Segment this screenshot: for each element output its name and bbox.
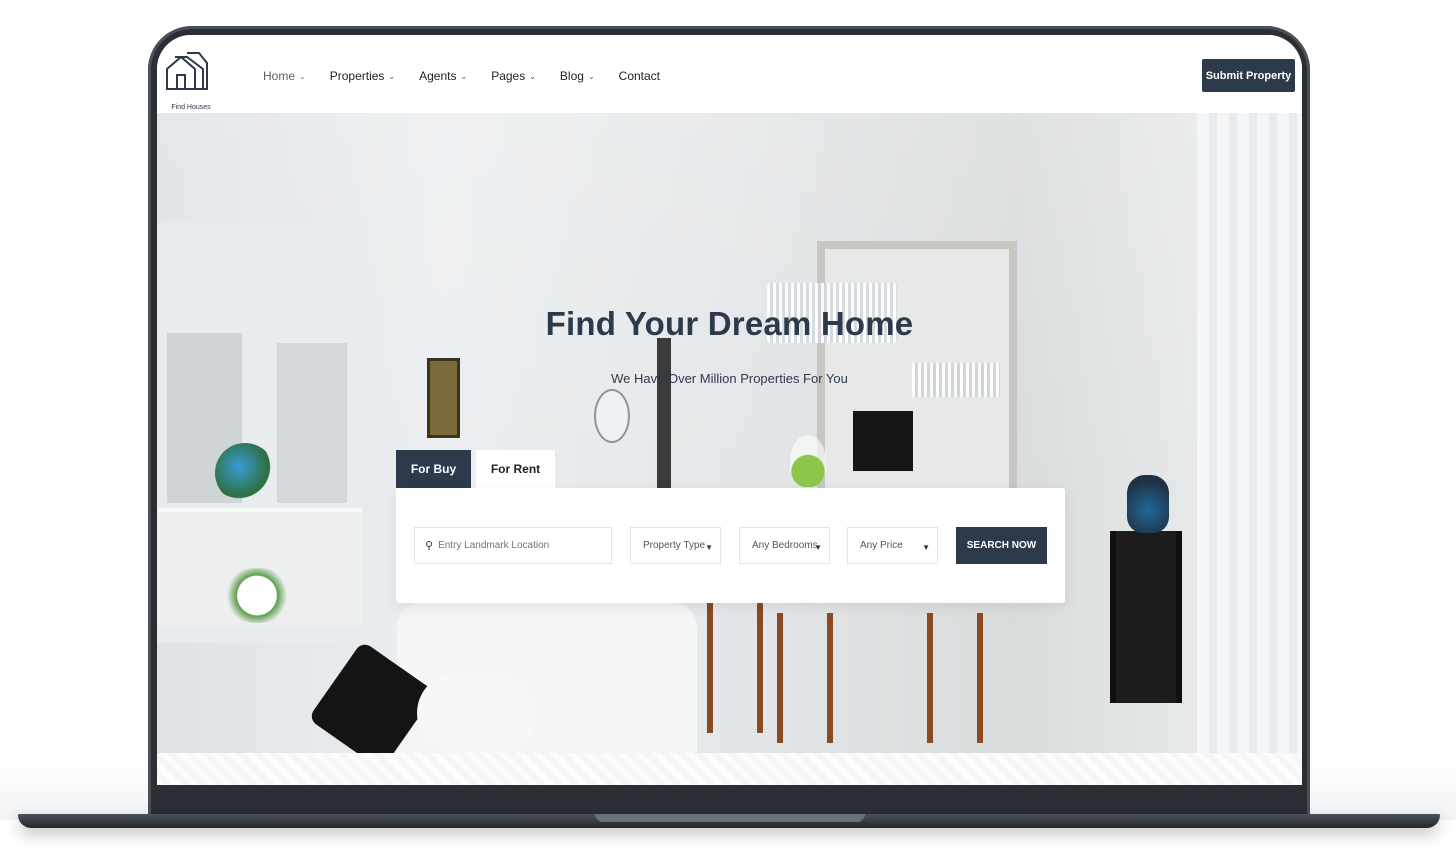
hero-image-doorway	[657, 338, 671, 488]
hero-image-chair	[707, 603, 763, 733]
search-now-button[interactable]: SEARCH NOW	[956, 527, 1047, 564]
hero-image-door	[277, 343, 347, 503]
tab-for-rent[interactable]: For Rent	[476, 450, 555, 488]
hero-image-chair	[927, 613, 983, 743]
bedrooms-select[interactable]: Any Bedrooms ▼	[739, 527, 830, 564]
chevron-down-icon: ⌄	[388, 71, 396, 81]
bedrooms-value: Any Bedrooms	[752, 540, 818, 551]
hero-image-fruit-bowl	[790, 435, 826, 487]
property-type-select[interactable]: Property Type ▼	[630, 527, 721, 564]
hero-section: Find Your Dream Home We Have Over Millio…	[157, 113, 1302, 753]
caret-down-icon: ▼	[922, 543, 930, 552]
hero-image-lilies	[217, 568, 297, 623]
nav-item-label: Properties	[329, 69, 385, 83]
hero-image-painting	[427, 358, 460, 438]
top-navbar: Find Houses Home ⌄ Properties ⌄ Agents ⌄…	[157, 35, 1302, 113]
submit-property-button[interactable]: Submit Property	[1202, 59, 1295, 92]
nav-item-label: Home	[263, 69, 296, 83]
nav-item-label: Blog	[559, 69, 584, 83]
next-section-preview	[157, 753, 1302, 785]
nav-item-label: Pages	[491, 69, 526, 83]
nav-item-pages[interactable]: Pages ⌄	[491, 69, 536, 83]
hero-image-bookshelf	[1110, 531, 1182, 703]
price-select[interactable]: Any Price ▼	[847, 527, 938, 564]
nav-item-home[interactable]: Home ⌄	[263, 69, 306, 83]
hero-title: Find Your Dream Home	[545, 305, 914, 342]
hero-image-wall-art	[853, 411, 913, 471]
site-logo[interactable]: Find Houses	[165, 51, 211, 111]
nav-item-label: Contact	[618, 69, 661, 83]
hero-image-flowers	[215, 443, 275, 503]
nav-item-properties[interactable]: Properties ⌄	[330, 69, 395, 83]
chevron-down-icon: ⌄	[587, 71, 595, 81]
tab-for-buy[interactable]: For Buy	[396, 450, 471, 488]
house-outline-icon	[166, 52, 208, 90]
location-input[interactable]: ⚲ Entry Landmark Location	[414, 527, 612, 564]
main-menu: Home ⌄ Properties ⌄ Agents ⌄ Pages ⌄ Blo…	[263, 69, 684, 83]
map-pin-icon: ⚲	[425, 540, 434, 552]
search-panel: ⚲ Entry Landmark Location Property Type …	[396, 488, 1065, 603]
hero-subtitle: We Have Over Million Properties For You	[611, 371, 848, 386]
caret-down-icon: ▼	[814, 543, 822, 552]
caret-down-icon: ▼	[705, 543, 713, 552]
nav-item-agents[interactable]: Agents ⌄	[419, 69, 467, 83]
nav-item-label: Agents	[419, 69, 457, 83]
price-value: Any Price	[860, 540, 903, 551]
location-placeholder: Entry Landmark Location	[438, 540, 550, 551]
laptop-screen: Find Houses Home ⌄ Properties ⌄ Agents ⌄…	[157, 35, 1302, 785]
chevron-down-icon: ⌄	[460, 71, 468, 81]
laptop-notch	[595, 814, 865, 822]
property-type-value: Property Type	[643, 540, 706, 551]
hero-image-chair	[777, 613, 833, 743]
chevron-down-icon: ⌄	[529, 71, 536, 81]
logo-text: Find Houses	[171, 104, 211, 111]
chevron-down-icon: ⌄	[299, 71, 306, 81]
nav-item-contact[interactable]: Contact	[619, 69, 660, 83]
hero-image-vase	[1127, 475, 1169, 533]
nav-item-blog[interactable]: Blog ⌄	[560, 69, 595, 83]
hero-image-curtain	[1197, 113, 1302, 753]
hero-image-fur-pillow	[417, 673, 537, 753]
hero-image-clock	[594, 389, 630, 443]
